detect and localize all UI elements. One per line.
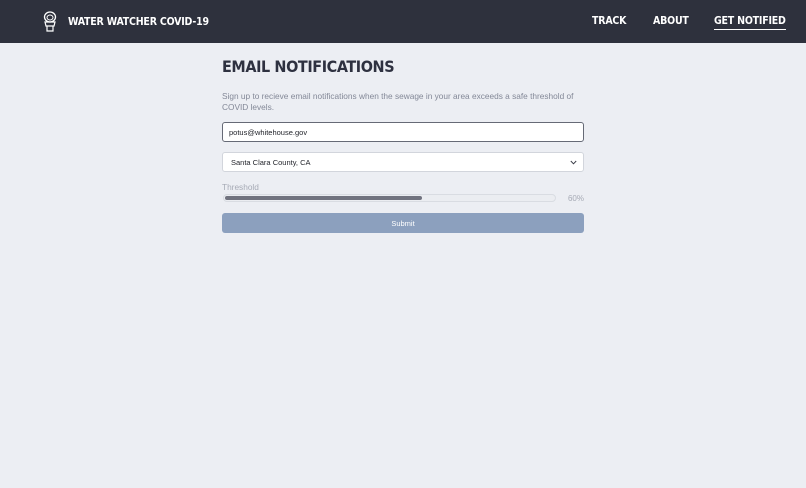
nav-link-track[interactable]: Track (592, 15, 626, 27)
nav-link-get-notified[interactable]: Get Notified (714, 15, 786, 30)
email-field[interactable] (222, 122, 584, 142)
form-description: Sign up to recieve email notifications w… (222, 91, 574, 112)
threshold-value: 60% (567, 194, 584, 203)
nav-link-about[interactable]: About (653, 15, 689, 27)
chevron-down-icon (570, 160, 577, 165)
nav-links: Track About Get Notified (0, 0, 806, 43)
county-select-value: Santa Clara County, CA (231, 157, 311, 167)
submit-button[interactable]: Submit (222, 213, 584, 233)
threshold-label: Threshold (222, 182, 259, 192)
county-select[interactable]: Santa Clara County, CA (222, 152, 584, 172)
threshold-slider[interactable] (223, 194, 556, 202)
threshold-slider-fill (225, 196, 422, 200)
notification-form: Email Notifications Sign up to recieve e… (222, 57, 584, 233)
top-navbar: Water Watcher COVID-19 Track About Get N… (0, 0, 806, 43)
page-title: Email Notifications (222, 57, 395, 76)
